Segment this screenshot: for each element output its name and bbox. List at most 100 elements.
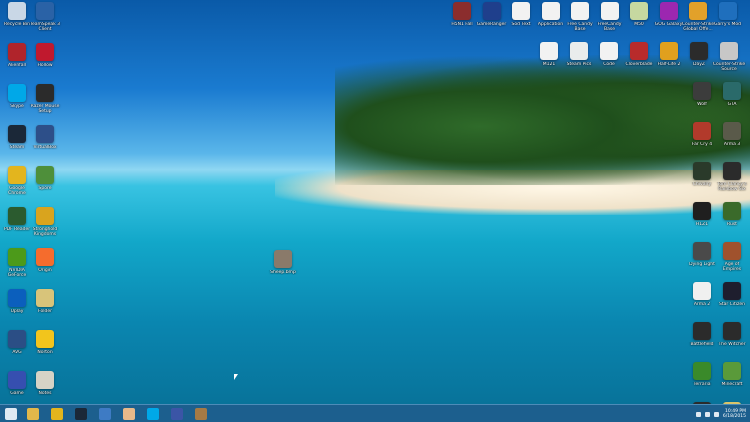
desktop-icon[interactable]: VirtualBox [28, 125, 62, 157]
desktop-icon-label: Chivalry [692, 182, 712, 187]
origin-icon [36, 248, 54, 266]
desktop-icon[interactable]: Steam Pics [562, 42, 596, 74]
battlefield-icon [693, 322, 711, 340]
skype-taskbar-button[interactable] [144, 406, 161, 421]
clock-date: 6/18/2015 [722, 414, 746, 419]
paint-taskbar-button[interactable] [96, 406, 113, 421]
notification-icon[interactable] [695, 411, 701, 417]
desktop-icon[interactable]: Star Citizen [715, 282, 749, 314]
desktop-icon-label: The Witcher [718, 342, 746, 347]
desktop-icon-label: Stronghold Kingdoms [32, 227, 58, 237]
desktop-icon[interactable]: DayZ [682, 42, 716, 74]
desktop-icon-label: GTA [727, 102, 737, 107]
desktop-icon[interactable]: Age of Empires [715, 242, 749, 274]
desktop-icon[interactable]: Notes [28, 371, 62, 403]
text-file-icon [540, 42, 558, 60]
desktop-icon-label: Steam Pics [566, 62, 592, 67]
hand-taskbar-button[interactable] [120, 406, 137, 421]
desktop-icon[interactable]: Norton [28, 330, 62, 362]
wolf-icon [170, 407, 183, 420]
dyinglight-icon [693, 242, 711, 260]
vine-icon [693, 362, 711, 380]
desktop-icon[interactable]: M121 [532, 42, 566, 74]
aoe-icon [723, 242, 741, 260]
desktop-icon-label: H1Z1 [695, 222, 709, 227]
network-icon[interactable] [704, 411, 710, 417]
clock[interactable]: 10:49 PM 6/18/2015 [723, 409, 746, 419]
sheep-icon [274, 250, 292, 268]
game-icon [8, 371, 26, 389]
desktop-icon[interactable]: Counter-Strike Source [712, 42, 746, 74]
desktop-icon[interactable]: The Witcher [715, 322, 749, 354]
desktop-icon[interactable]: Hollow [28, 43, 62, 75]
stronghold-icon [36, 207, 54, 225]
nvidia-icon [8, 248, 26, 266]
steam-icon [74, 407, 87, 420]
gta-icon [723, 82, 741, 100]
desktop-icon[interactable]: Code [592, 42, 626, 74]
desktop-icon[interactable]: Tom Clancy's Rainbow Six [715, 162, 749, 194]
desktop-icon-label: Garry's Mod [713, 22, 742, 27]
volume-icon[interactable] [713, 411, 719, 417]
gog-icon [659, 2, 678, 20]
code-file-icon [600, 42, 618, 60]
desktop-icon[interactable]: Rust [715, 202, 749, 234]
h1z1-icon [693, 202, 711, 220]
desktop-icon[interactable]: Sheep.bmp [266, 250, 300, 282]
wolf-taskbar-button[interactable] [168, 406, 185, 421]
desktop-icon[interactable]: Stronghold Kingdoms [28, 207, 62, 239]
desktop-icon-label: Cloverblade [625, 62, 653, 67]
desktop-icon[interactable]: Arma 3 [715, 122, 749, 154]
desktop-icon[interactable]: Spore [28, 166, 62, 198]
desktop-icon-label: Razer Mouse Setup [30, 104, 60, 114]
steam-taskbar-button[interactable] [72, 406, 89, 421]
farcry-icon [693, 122, 711, 140]
desktop-icon[interactable]: Far Cry 4 [685, 122, 719, 154]
desktop-icon[interactable]: Arma 2 [685, 282, 719, 314]
file-explorer-icon [26, 407, 39, 420]
desktop-icon[interactable]: H1Z1 [685, 202, 719, 234]
map-icon [630, 2, 648, 20]
desktop-icon[interactable]: Chivalry [685, 162, 719, 194]
text-file-icon [512, 2, 530, 20]
csgo-icon [689, 2, 707, 20]
desktop-icon[interactable]: Origin [28, 248, 62, 280]
desktop-icon-label: Rust [727, 222, 737, 227]
windows-start-taskbar-button[interactable] [2, 406, 19, 421]
wolf-icon [693, 82, 711, 100]
paint-icon [98, 407, 111, 420]
taskbar: 10:49 PM 6/18/2015 [0, 404, 750, 422]
application-icon [541, 2, 560, 20]
image-viewer-taskbar-button[interactable] [192, 406, 209, 421]
desktop-icon[interactable]: Battlefield [685, 322, 719, 354]
skype-icon [8, 84, 26, 102]
desktop-icon[interactable]: TeamSpeak 3 Client [28, 2, 62, 34]
desktop-icon[interactable]: Terraria [685, 362, 719, 394]
desktop-icon-label: Hollow [37, 63, 53, 68]
desktop-icon[interactable]: Dying Light [685, 242, 719, 274]
chrome-taskbar-button[interactable] [48, 406, 65, 421]
desktop-icon-label: M121 [542, 62, 556, 67]
desktop-icon[interactable]: Half-Life 2 [652, 42, 686, 74]
rust-icon [723, 202, 741, 220]
desktop-icon[interactable]: Minecraft [715, 362, 749, 394]
desktop-icon-label: Half-Life 2 [657, 62, 681, 67]
desktop-icon-label: Far Cry 4 [691, 142, 713, 147]
desktop-icon[interactable]: Razer Mouse Setup [28, 84, 62, 116]
desktop-icon-label: Spore [38, 186, 52, 191]
mouse-icon [36, 84, 54, 102]
desktop-icon[interactable]: GTA [715, 82, 749, 114]
desktop-icon-label: Folder [38, 309, 52, 314]
desktop-icon[interactable]: Cloverblade [622, 42, 656, 74]
halflife-icon [660, 42, 678, 60]
desktop-icon-label: Origin [38, 268, 52, 273]
desktop-icon[interactable]: Garry's Mod [711, 2, 745, 34]
desktop-icon-label: Terraria [693, 382, 711, 387]
file-explorer-taskbar-button[interactable] [24, 406, 41, 421]
desktop-icon[interactable]: Folder [28, 289, 62, 321]
desktop-icon-label: TeamSpeak 3 Client [29, 22, 61, 32]
desktop-icon-label: Arma 2 [693, 302, 711, 307]
desktop-icon[interactable]: Wolf [685, 82, 719, 114]
garrysmod-icon [718, 2, 737, 20]
arma2-icon [693, 282, 711, 300]
